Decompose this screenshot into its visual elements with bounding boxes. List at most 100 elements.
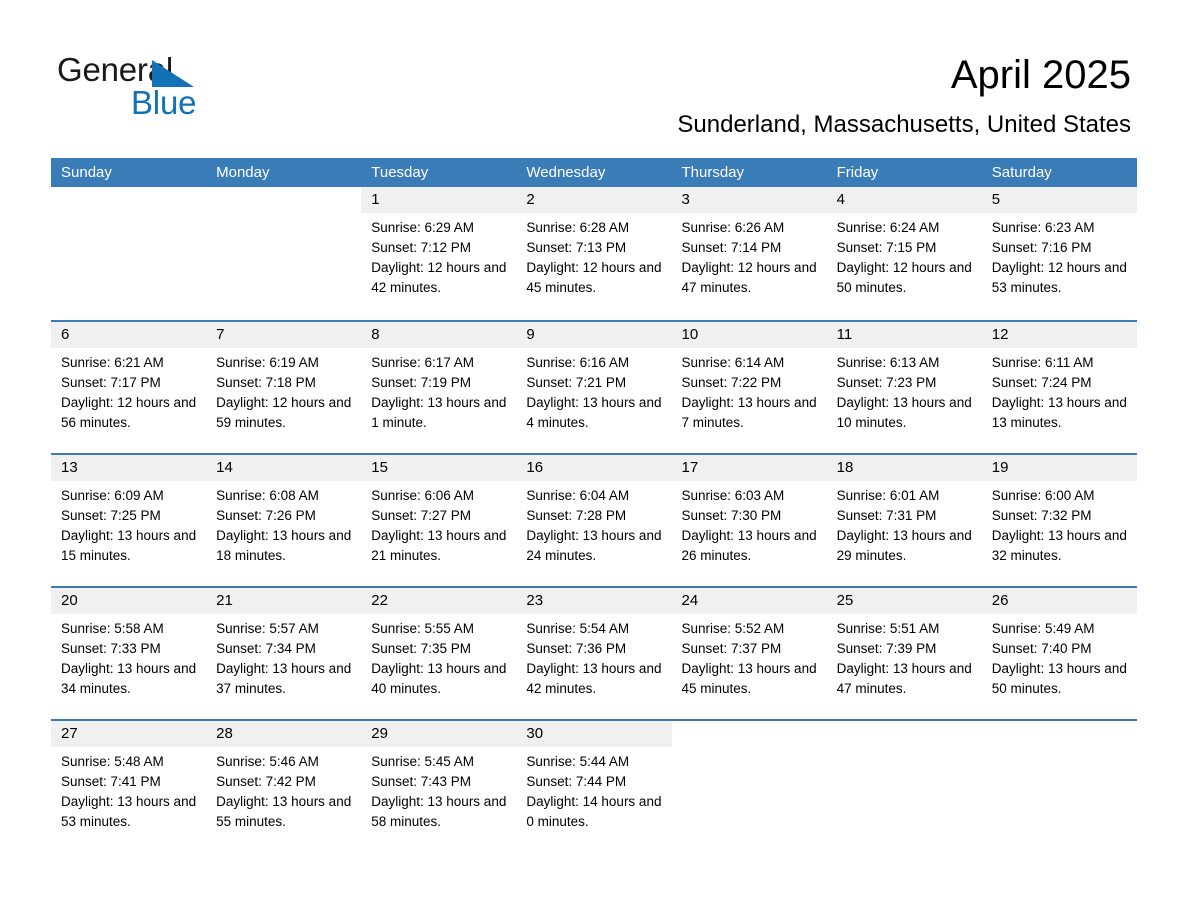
calendar-day-cell-empty xyxy=(827,721,982,852)
sunrise-text: Sunrise: 5:58 AM xyxy=(61,621,164,636)
sunrise-text: Sunrise: 5:57 AM xyxy=(216,621,319,636)
calendar-day-cell[interactable]: 12 Sunrise: 6:11 AM Sunset: 7:24 PM Dayligh… xyxy=(981,322,1137,453)
sunset-text: Sunset: 7:32 PM xyxy=(991,508,1092,523)
sunset-text: Sunset: 7:27 PM xyxy=(371,508,472,523)
day-details: Sunrise: 6:17 AM Sunset: 7:19 PM Daylight:… xyxy=(361,348,516,433)
calendar-day-cell[interactable]: 13 Sunrise: 6:09 AM Sunset: 7:25 PM Dayligh… xyxy=(51,455,207,586)
calendar-day-cell[interactable]: 11 Sunrise: 6:13 AM Sunset: 7:23 PM Dayligh… xyxy=(826,322,982,453)
generalblue-logo[interactable]: General Blue xyxy=(57,52,257,124)
day-number: 10 xyxy=(681,326,699,343)
calendar-day-cell-empty xyxy=(51,187,206,320)
day-number: 12 xyxy=(991,326,1009,343)
calendar-day-cell[interactable]: 27 Sunrise: 5:48 AM Sunset: 7:41 PM Dayligh… xyxy=(51,721,207,852)
sunset-text: Sunset: 7:25 PM xyxy=(61,508,161,523)
sunrise-text: Sunrise: 6:08 AM xyxy=(216,488,319,503)
sunrise-text: Sunrise: 5:44 AM xyxy=(526,754,630,769)
calendar-day-cell[interactable]: 2 Sunrise: 6:28 AM Sunset: 7:13 PM Daylight… xyxy=(516,187,672,320)
calendar-day-cell[interactable]: 17 Sunrise: 6:03 AM Sunset: 7:30 PM Dayligh… xyxy=(671,455,827,586)
calendar-day-cell[interactable]: 6 Sunrise: 6:21 AM Sunset: 7:17 PM Daylight… xyxy=(51,322,207,453)
calendar-week-row: 1 Sunrise: 6:29 AM Sunset: 7:12 PM Daylight… xyxy=(51,187,1137,320)
daylight-text: Daylight: 13 hours and 1 minute. xyxy=(371,395,507,430)
day-number: 15 xyxy=(371,459,388,476)
sunset-text: Sunset: 7:33 PM xyxy=(61,641,161,656)
daylight-text: Daylight: 13 hours and 13 minutes. xyxy=(991,395,1127,430)
day-number-band: 7 xyxy=(206,322,362,348)
day-details: Sunrise: 6:14 AM Sunset: 7:22 PM Daylight:… xyxy=(672,348,827,433)
daylight-text: Daylight: 14 hours and 0 minutes. xyxy=(526,794,662,829)
calendar-day-cell[interactable]: 15 Sunrise: 6:06 AM Sunset: 7:27 PM Dayligh… xyxy=(361,455,517,586)
day-number-band xyxy=(672,721,827,747)
sunset-text: Sunset: 7:41 PM xyxy=(61,774,161,789)
day-number-band: 3 xyxy=(671,187,827,213)
day-number: 2 xyxy=(526,191,535,208)
day-number: 22 xyxy=(371,592,388,609)
calendar-day-cell[interactable]: 5 Sunrise: 6:23 AM Sunset: 7:16 PM Daylight… xyxy=(981,187,1137,320)
day-details: Sunrise: 5:48 AM Sunset: 7:41 PM Daylight:… xyxy=(51,747,206,832)
sunrise-text: Sunrise: 6:00 AM xyxy=(991,488,1095,503)
calendar-day-cell[interactable]: 9 Sunrise: 6:16 AM Sunset: 7:21 PM Daylight… xyxy=(516,322,672,453)
calendar-day-cell[interactable]: 19 Sunrise: 6:00 AM Sunset: 7:32 PM Dayligh… xyxy=(981,455,1137,586)
sunset-text: Sunset: 7:14 PM xyxy=(681,240,782,255)
day-details: Sunrise: 6:11 AM Sunset: 7:24 PM Daylight:… xyxy=(982,348,1137,433)
sunset-text: Sunset: 7:12 PM xyxy=(371,240,472,255)
calendar-day-cell[interactable]: 1 Sunrise: 6:29 AM Sunset: 7:12 PM Daylight… xyxy=(361,187,517,320)
sunset-text: Sunset: 7:17 PM xyxy=(61,375,161,390)
sunrise-text: Sunrise: 5:45 AM xyxy=(371,754,475,769)
sunset-text: Sunset: 7:13 PM xyxy=(526,240,627,255)
calendar-day-cell[interactable]: 29 Sunrise: 5:45 AM Sunset: 7:43 PM Dayligh… xyxy=(361,721,517,852)
daylight-text: Daylight: 13 hours and 55 minutes. xyxy=(216,794,352,829)
sunrise-text: Sunrise: 5:55 AM xyxy=(371,621,475,636)
daylight-text: Daylight: 13 hours and 40 minutes. xyxy=(371,661,507,696)
day-number: 26 xyxy=(991,592,1009,609)
calendar-day-cell[interactable]: 30 Sunrise: 5:44 AM Sunset: 7:44 PM Dayligh… xyxy=(516,721,672,852)
calendar-day-cell[interactable]: 25 Sunrise: 5:51 AM Sunset: 7:39 PM Dayligh… xyxy=(826,588,982,719)
day-details: Sunrise: 5:57 AM Sunset: 7:34 PM Daylight:… xyxy=(206,614,361,699)
day-number-band: 29 xyxy=(361,721,517,747)
day-number-band: 17 xyxy=(671,455,827,481)
calendar-day-cell[interactable]: 14 Sunrise: 6:08 AM Sunset: 7:26 PM Dayligh… xyxy=(206,455,362,586)
calendar-day-cell[interactable]: 8 Sunrise: 6:17 AM Sunset: 7:19 PM Daylight… xyxy=(361,322,517,453)
daylight-text: Daylight: 13 hours and 34 minutes. xyxy=(61,661,197,696)
day-details: Sunrise: 5:52 AM Sunset: 7:37 PM Daylight:… xyxy=(672,614,827,699)
sunset-text: Sunset: 7:44 PM xyxy=(526,774,627,789)
calendar-day-cell[interactable]: 21 Sunrise: 5:57 AM Sunset: 7:34 PM Dayligh… xyxy=(206,588,362,719)
calendar-day-cell[interactable]: 7 Sunrise: 6:19 AM Sunset: 7:18 PM Daylight… xyxy=(206,322,362,453)
day-number: 23 xyxy=(526,592,544,609)
calendar-day-cell[interactable]: 28 Sunrise: 5:46 AM Sunset: 7:42 PM Dayligh… xyxy=(206,721,362,852)
calendar-day-cell[interactable]: 23 Sunrise: 5:54 AM Sunset: 7:36 PM Dayligh… xyxy=(516,588,672,719)
calendar-day-cell[interactable]: 16 Sunrise: 6:04 AM Sunset: 7:28 PM Dayligh… xyxy=(516,455,672,586)
day-number: 4 xyxy=(836,191,845,208)
day-details: Sunrise: 6:28 AM Sunset: 7:13 PM Daylight:… xyxy=(516,213,671,298)
calendar-day-cell[interactable]: 3 Sunrise: 6:26 AM Sunset: 7:14 PM Daylight… xyxy=(671,187,827,320)
daylight-text: Daylight: 13 hours and 26 minutes. xyxy=(681,528,817,563)
sunset-text: Sunset: 7:26 PM xyxy=(216,508,316,523)
sunrise-text: Sunrise: 6:14 AM xyxy=(681,355,785,370)
daylight-text: Daylight: 13 hours and 15 minutes. xyxy=(61,528,197,563)
sunrise-text: Sunrise: 6:28 AM xyxy=(526,220,630,235)
calendar-day-cell[interactable]: 24 Sunrise: 5:52 AM Sunset: 7:37 PM Dayligh… xyxy=(671,588,827,719)
day-number-band: 24 xyxy=(671,588,827,614)
calendar-day-cell[interactable]: 20 Sunrise: 5:58 AM Sunset: 7:33 PM Dayligh… xyxy=(51,588,207,719)
sunrise-text: Sunrise: 6:17 AM xyxy=(371,355,475,370)
calendar-day-cell[interactable]: 26 Sunrise: 5:49 AM Sunset: 7:40 PM Dayligh… xyxy=(981,588,1137,719)
calendar-day-cell[interactable]: 22 Sunrise: 5:55 AM Sunset: 7:35 PM Dayligh… xyxy=(361,588,517,719)
day-number-band: 19 xyxy=(981,455,1137,481)
calendar-day-cell[interactable]: 18 Sunrise: 6:01 AM Sunset: 7:31 PM Dayligh… xyxy=(826,455,982,586)
day-number-band: 27 xyxy=(51,721,207,747)
sunrise-text: Sunrise: 6:01 AM xyxy=(836,488,940,503)
day-number-band: 16 xyxy=(516,455,672,481)
calendar-day-cell[interactable]: 4 Sunrise: 6:24 AM Sunset: 7:15 PM Daylight… xyxy=(826,187,982,320)
sunset-text: Sunset: 7:21 PM xyxy=(526,375,627,390)
day-number: 1 xyxy=(371,191,380,208)
sunrise-text: Sunrise: 6:13 AM xyxy=(836,355,940,370)
day-details: Sunrise: 6:08 AM Sunset: 7:26 PM Daylight:… xyxy=(206,481,361,566)
day-number-band xyxy=(206,187,361,213)
day-number-band: 26 xyxy=(981,588,1137,614)
day-number-band: 18 xyxy=(826,455,982,481)
day-number-band: 25 xyxy=(826,588,982,614)
sunset-text: Sunset: 7:19 PM xyxy=(371,375,472,390)
sunset-text: Sunset: 7:18 PM xyxy=(216,375,316,390)
day-number-band: 12 xyxy=(981,322,1137,348)
day-number: 21 xyxy=(216,592,233,609)
calendar-day-cell[interactable]: 10 Sunrise: 6:14 AM Sunset: 7:22 PM Dayligh… xyxy=(671,322,827,453)
